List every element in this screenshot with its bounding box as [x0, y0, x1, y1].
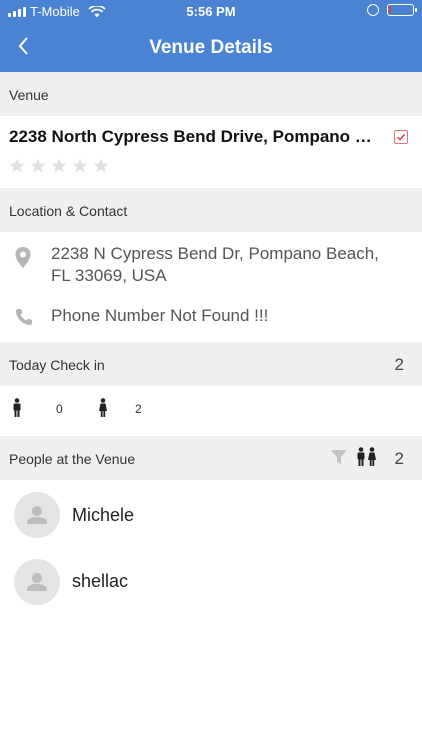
- avatar: [14, 492, 60, 538]
- rating-stars[interactable]: [9, 158, 109, 174]
- page-title: Venue Details: [149, 37, 273, 58]
- user-placeholder-icon: [27, 573, 47, 591]
- filter-icon[interactable]: [330, 448, 348, 466]
- star-icon[interactable]: [9, 158, 25, 174]
- people-count: 2: [394, 449, 404, 468]
- person-row-shellac[interactable]: shellac: [0, 550, 422, 612]
- top-bar: T-Mobile 5:56 PM Venue Details: [0, 0, 422, 72]
- section-location-contact: Location & Contact: [0, 188, 422, 232]
- location-pin-icon: [15, 247, 31, 268]
- star-icon[interactable]: [30, 158, 46, 174]
- checkin-total: 2: [394, 355, 404, 374]
- user-placeholder-icon: [27, 506, 47, 524]
- nav-bar: Venue Details: [0, 24, 422, 72]
- section-label-people: People at the Venue: [9, 451, 136, 467]
- battery-level: [389, 6, 391, 13]
- person-row-michele[interactable]: Michele: [0, 484, 422, 546]
- section-venue: Venue: [0, 72, 422, 116]
- avatar: [14, 559, 60, 605]
- venue-name: 2238 North Cypress Bend Drive, Pompano B…: [9, 127, 379, 146]
- star-icon[interactable]: [93, 158, 109, 174]
- battery-icon: [387, 4, 417, 16]
- section-label-checkin: Today Check in: [9, 357, 105, 373]
- status-right: [367, 4, 417, 16]
- venue-phone[interactable]: Phone Number Not Found !!!: [51, 306, 268, 326]
- status-time: 5:56 PM: [186, 4, 236, 19]
- section-today-checkin: Today Check in 2: [0, 342, 422, 386]
- section-label-venue: Venue: [9, 87, 49, 103]
- star-icon[interactable]: [72, 158, 88, 174]
- venue-checkbox[interactable]: [394, 130, 408, 144]
- female-icon: [99, 398, 107, 417]
- star-icon[interactable]: [51, 158, 67, 174]
- section-label-location: Location & Contact: [9, 203, 128, 219]
- status-bar: T-Mobile 5:56 PM: [0, 0, 422, 24]
- person-name: shellac: [72, 571, 129, 591]
- male-icon: [13, 398, 21, 417]
- male-count: 0: [56, 402, 63, 416]
- orientation-lock-icon: [367, 4, 379, 16]
- phone-icon: [16, 309, 32, 325]
- venue-address[interactable]: 2238 N Cypress Bend Dr, Pompano Beach, F…: [51, 243, 391, 287]
- female-count: 2: [135, 402, 142, 416]
- male-female-icon[interactable]: [356, 447, 378, 467]
- person-name: Michele: [72, 505, 135, 525]
